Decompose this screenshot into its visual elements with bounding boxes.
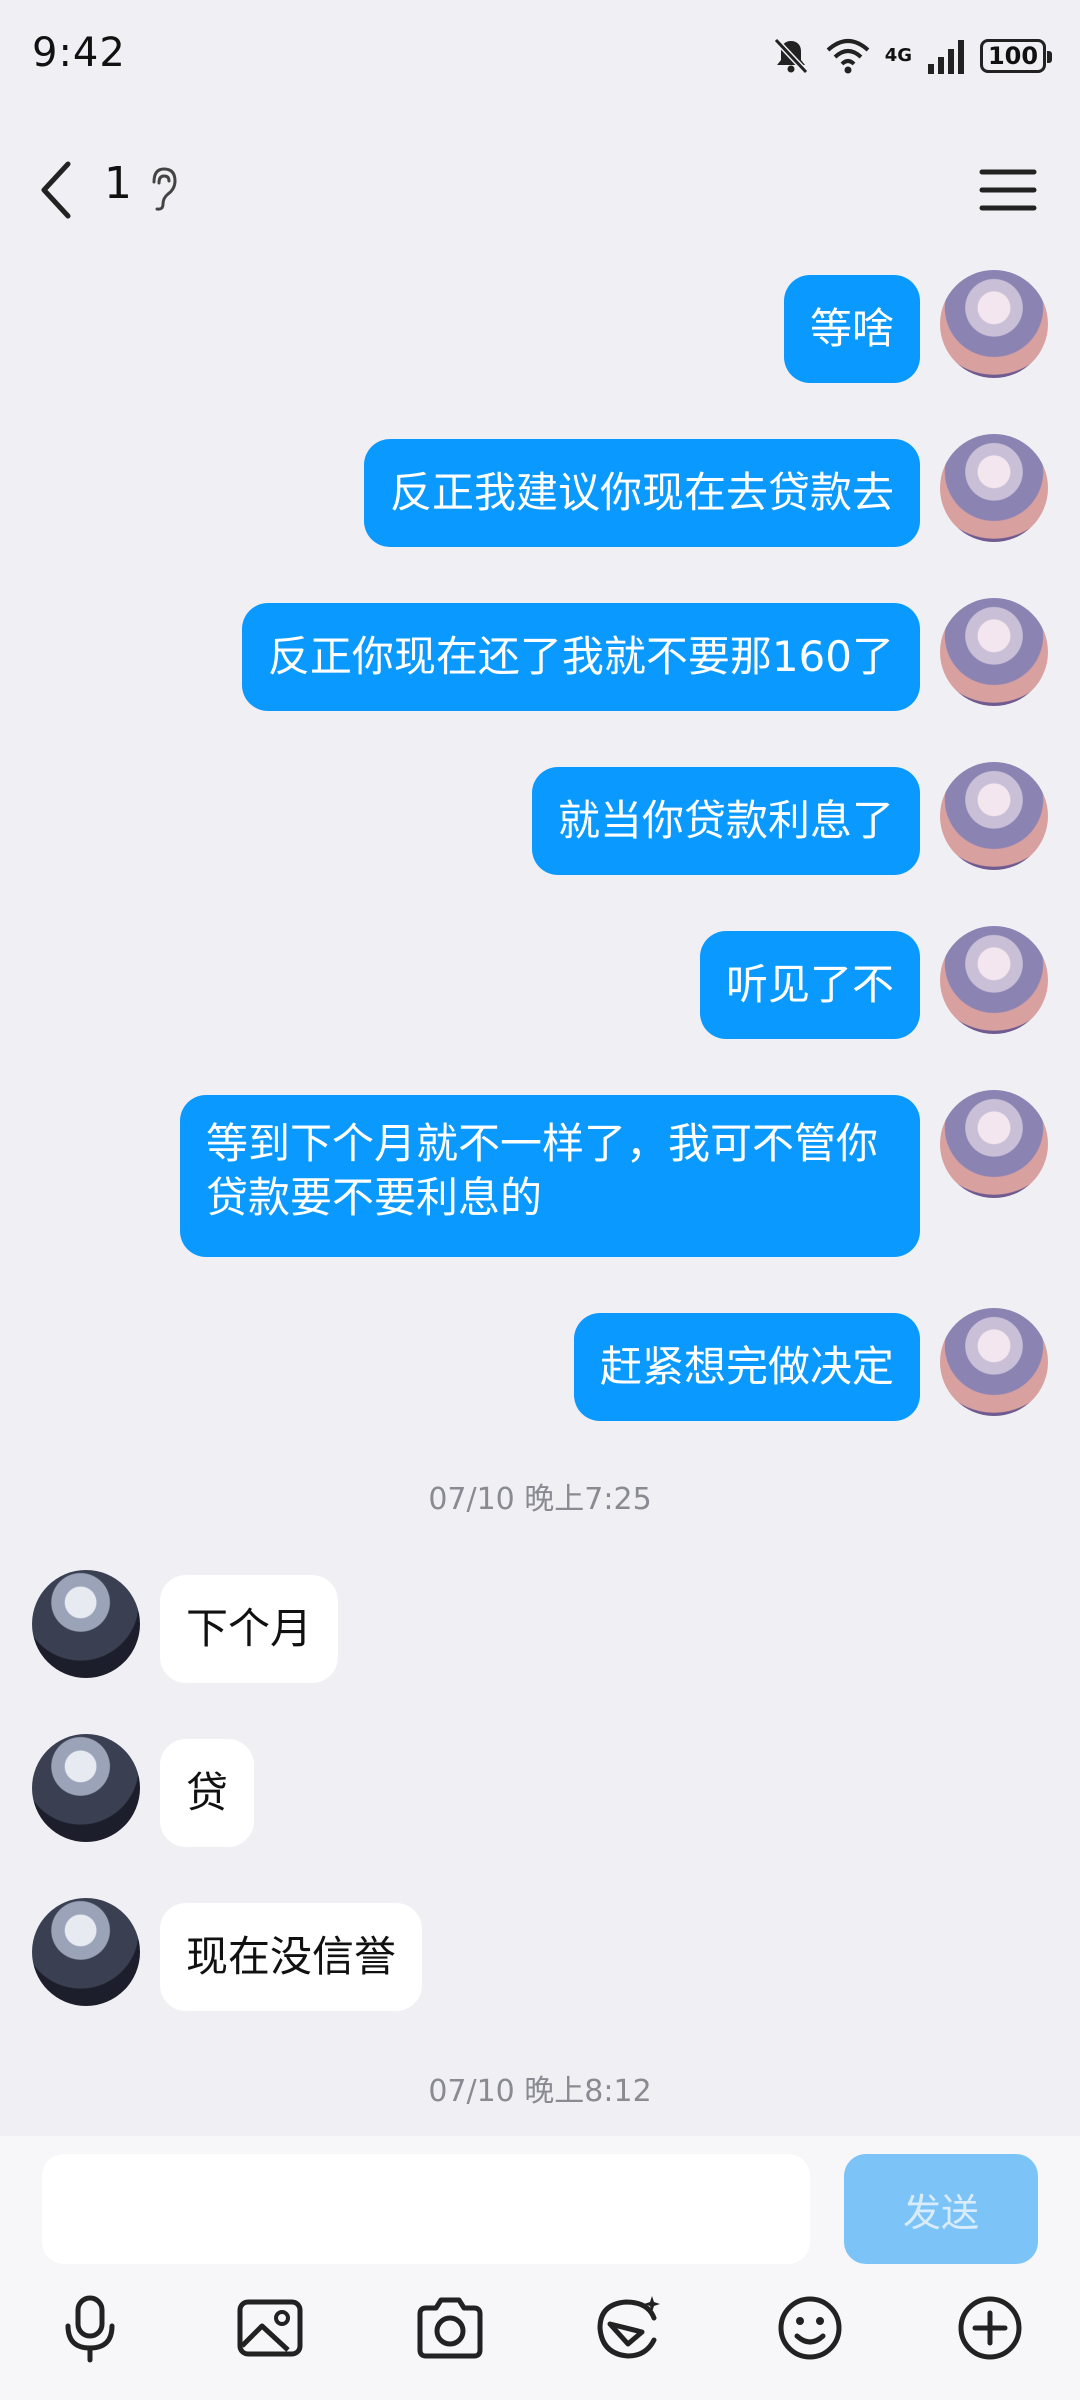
my-avatar[interactable] bbox=[940, 598, 1048, 706]
plus-icon bbox=[958, 2296, 1022, 2360]
my-message-bubble[interactable]: 反正我建议你现在去贷款去 bbox=[363, 439, 920, 547]
chat-title: 1 bbox=[104, 158, 132, 209]
message-timestamp: 07/10 晚上7:25 bbox=[428, 1482, 652, 1517]
my-message-bubble[interactable]: 就当你贷款利息了 bbox=[531, 767, 920, 875]
more-button[interactable] bbox=[950, 2288, 1030, 2368]
mic-icon bbox=[65, 2295, 115, 2363]
contact-message-bubble[interactable]: 现在没信誉 bbox=[160, 1903, 423, 2011]
status-bar: 9:42 4G 100 bbox=[0, 0, 1080, 110]
my-message-bubble[interactable]: 反正你现在还了我就不要那160了 bbox=[241, 603, 920, 711]
wifi-icon bbox=[826, 39, 870, 74]
my-avatar[interactable] bbox=[940, 1090, 1048, 1198]
image-button[interactable] bbox=[230, 2288, 310, 2368]
battery-icon: 100 bbox=[980, 39, 1052, 73]
message-input[interactable] bbox=[42, 2154, 810, 2264]
my-avatar[interactable] bbox=[940, 926, 1048, 1034]
mute-icon bbox=[773, 37, 808, 75]
contact-message-bubble[interactable]: 贷 bbox=[160, 1739, 255, 1847]
back-icon[interactable] bbox=[30, 150, 90, 230]
network-type: 4G bbox=[884, 45, 912, 66]
battery-level: 100 bbox=[987, 42, 1039, 70]
camera-icon bbox=[417, 2297, 483, 2359]
contact-avatar[interactable] bbox=[32, 1570, 140, 1678]
my-message-bubble[interactable]: 等啥 bbox=[783, 275, 920, 383]
my-avatar[interactable] bbox=[940, 762, 1048, 870]
image-icon bbox=[237, 2299, 303, 2357]
my-message-bubble[interactable]: 等到下个月就不一样了，我可不管你贷款要不要利息的 bbox=[180, 1095, 920, 1257]
contact-avatar[interactable] bbox=[32, 1898, 140, 2006]
contact-avatar[interactable] bbox=[32, 1734, 140, 1842]
status-icons: 4G 100 bbox=[771, 32, 1052, 80]
ear-icon[interactable] bbox=[146, 164, 180, 214]
camera-button[interactable] bbox=[410, 2288, 490, 2368]
menu-icon[interactable] bbox=[976, 158, 1040, 222]
message-composer: 发送 bbox=[0, 2136, 1080, 2400]
contact-message-bubble[interactable]: 下个月 bbox=[160, 1575, 339, 1683]
voice-button[interactable] bbox=[50, 2288, 130, 2368]
emoji-icon bbox=[778, 2296, 842, 2360]
send-button[interactable]: 发送 bbox=[844, 2154, 1038, 2264]
sticker-button[interactable] bbox=[588, 2288, 668, 2368]
message-timestamp: 07/10 晚上8:12 bbox=[428, 2074, 652, 2109]
my-avatar[interactable] bbox=[940, 270, 1048, 378]
signal-icon bbox=[928, 40, 964, 74]
my-avatar[interactable] bbox=[940, 434, 1048, 542]
status-time: 9:42 bbox=[32, 30, 126, 76]
my-message-bubble[interactable]: 赶紧想完做决定 bbox=[573, 1313, 920, 1421]
sticker-icon bbox=[597, 2296, 660, 2359]
emoji-button[interactable] bbox=[770, 2288, 850, 2368]
chat-header: 1 bbox=[0, 140, 1080, 240]
my-avatar[interactable] bbox=[940, 1308, 1048, 1416]
my-message-bubble[interactable]: 听见了不 bbox=[699, 931, 920, 1039]
